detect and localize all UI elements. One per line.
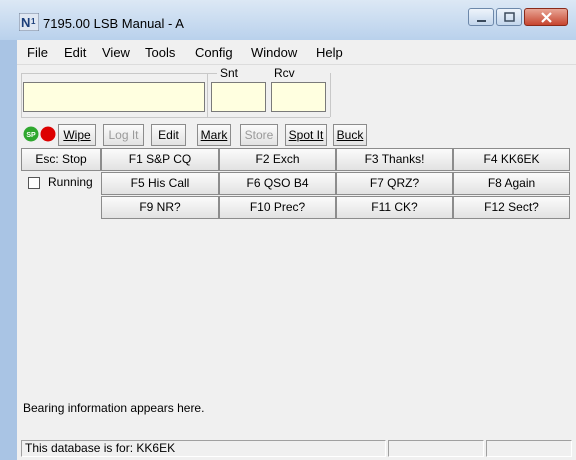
f1-label: F1 S&P CQ [128,152,192,166]
f11-button[interactable]: F11 CK? [336,196,453,219]
f4-label: F4 KK6EK [483,152,540,166]
spot-it-label: Spot It [288,128,324,142]
menu-view[interactable]: View [102,45,130,60]
menu-config[interactable]: Config [195,45,233,60]
f4-button[interactable]: F4 KK6EK [453,148,570,171]
f12-button[interactable]: F12 Sect? [453,196,570,219]
edit-label: Edit [158,128,179,142]
f8-button[interactable]: F8 Again [453,172,570,195]
spot-it-button[interactable]: Spot It [285,124,327,146]
f5-button[interactable]: F5 His Call [101,172,219,195]
f2-label: F2 Exch [255,152,300,166]
status-bar: This database is for: KK6EK [17,438,576,460]
sp-mode-icon[interactable]: SP [23,126,39,142]
n1mm-logo-icon: N 1 [19,13,39,31]
entry-window-client: File Edit View Tools Config Window Help … [17,40,576,460]
svg-text:N: N [21,15,30,30]
status-panel-3 [486,440,572,457]
snt-group-frame [207,73,217,74]
menu-file[interactable]: File [27,45,48,60]
minimize-button[interactable] [468,8,494,26]
f1-button[interactable]: F1 S&P CQ [101,148,219,171]
sp-mode-label: SP [26,132,36,139]
callsign-input[interactable] [24,83,204,111]
f3-button[interactable]: F3 Thanks! [336,148,453,171]
esc-stop-button[interactable]: Esc: Stop [21,148,101,171]
minimize-icon [477,20,486,22]
wipe-label: Wipe [63,128,91,142]
store-button[interactable]: Store [240,124,278,146]
callsign-field[interactable] [23,82,205,112]
close-icon [541,12,552,23]
app-window: N 1 7195.00 LSB Manual - A File Edit Vie… [0,0,576,460]
entry-group-frame-bottom [21,117,330,118]
snt-field[interactable] [211,82,266,112]
f7-label: F7 QRZ? [369,176,420,190]
maximize-icon [504,12,515,22]
f10-button[interactable]: F10 Prec? [219,196,336,219]
f10-label: F10 Prec? [249,200,306,214]
call-group-frame-left [21,73,22,117]
running-checkbox[interactable] [28,177,40,189]
f6-label: F6 QSO B4 [246,176,309,190]
f3-label: F3 Thanks! [364,152,425,166]
svg-text:1: 1 [31,17,36,26]
bearing-info-text: Bearing information appears here. [23,401,205,415]
menu-help[interactable]: Help [316,45,343,60]
record-indicator-icon[interactable] [40,126,56,142]
f6-button[interactable]: F6 QSO B4 [219,172,336,195]
menu-tools[interactable]: Tools [145,45,175,60]
buck-label: Buck [336,128,364,142]
rcv-field[interactable] [271,82,326,112]
buck-button[interactable]: Buck [333,124,367,146]
menu-edit[interactable]: Edit [64,45,86,60]
f9-label: F9 NR? [139,200,181,214]
close-button[interactable] [524,8,568,26]
f12-label: F12 Sect? [484,200,539,214]
f11-label: F11 CK? [371,200,418,214]
mark-label: Mark [200,128,228,142]
f7-button[interactable]: F7 QRZ? [336,172,453,195]
snt-group-frame-left [207,73,208,117]
f9-button[interactable]: F9 NR? [101,196,219,219]
log-it-label: Log It [108,128,139,142]
call-group-frame [21,73,207,74]
running-label: Running [48,175,93,189]
rcv-label: Rcv [274,66,295,80]
status-panel-2 [388,440,484,457]
menu-bar: File Edit View Tools Config Window Help [17,40,576,65]
title-bar: N 1 7195.00 LSB Manual - A [0,0,576,40]
snt-input[interactable] [212,83,265,111]
mark-button[interactable]: Mark [197,124,231,146]
wipe-button[interactable]: Wipe [58,124,96,146]
f8-label: F8 Again [487,176,536,190]
esc-stop-label: Esc: Stop [35,152,87,166]
snt-label: Snt [220,66,239,80]
f5-label: F5 His Call [130,176,190,190]
f2-button[interactable]: F2 Exch [219,148,336,171]
store-label: Store [244,128,274,142]
menu-window[interactable]: Window [251,45,297,60]
log-it-button[interactable]: Log It [103,124,144,146]
rcv-group-frame-right [330,73,331,117]
status-database: This database is for: KK6EK [21,440,386,457]
maximize-button[interactable] [496,8,522,26]
edit-button[interactable]: Edit [151,124,186,146]
rcv-input[interactable] [272,83,325,111]
window-title: 7195.00 LSB Manual - A [43,16,184,31]
